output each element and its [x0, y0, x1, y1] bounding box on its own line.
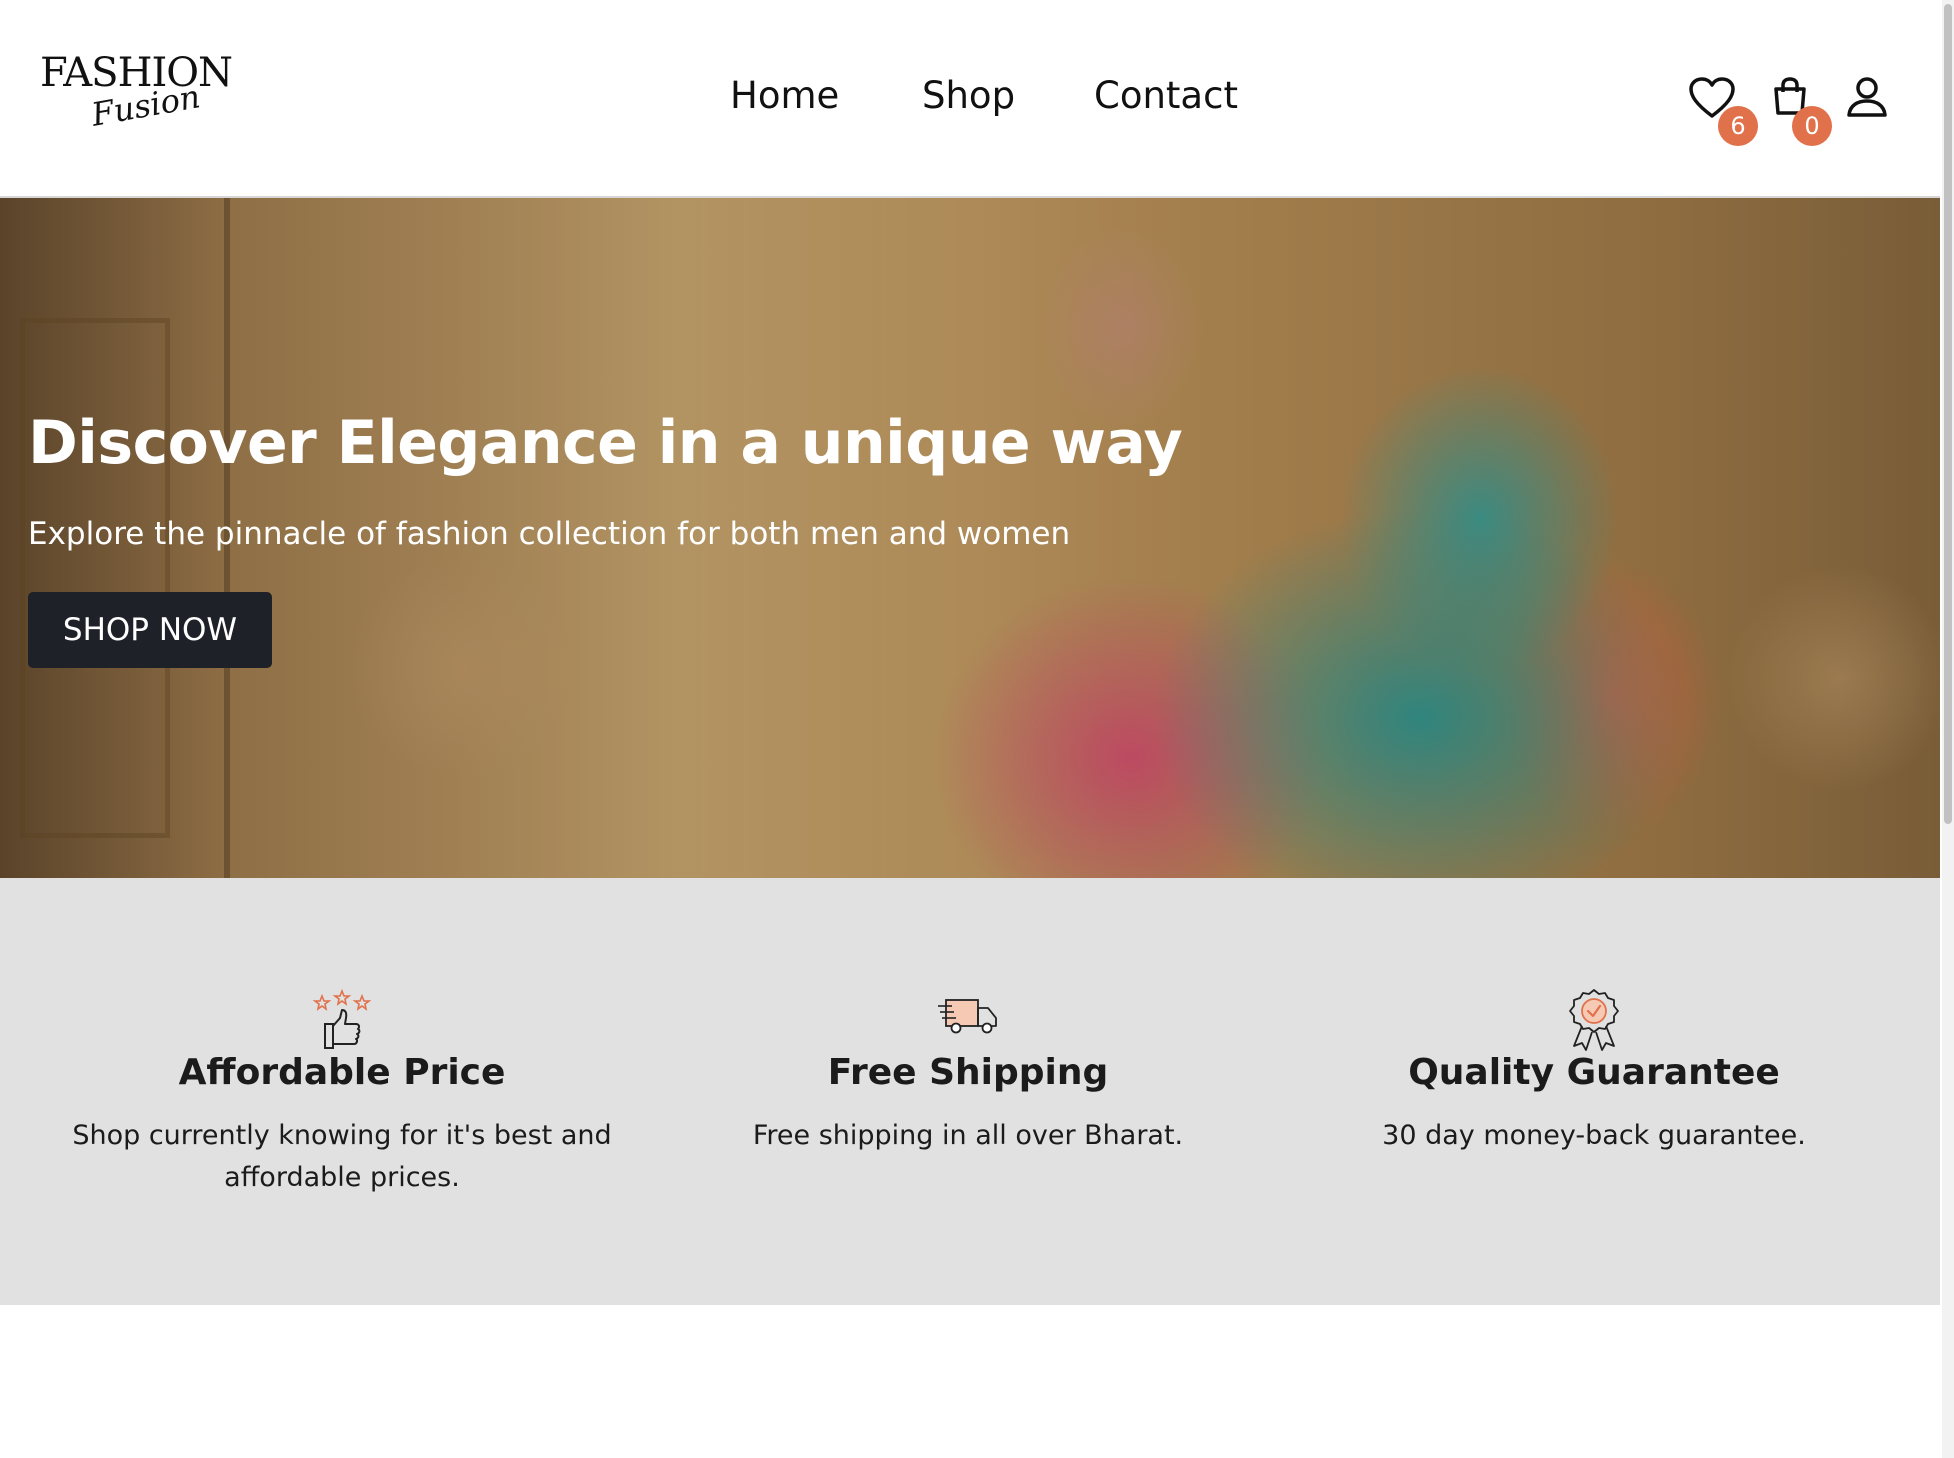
feature-free-shipping: Free Shipping Free shipping in all over … [658, 988, 1278, 1157]
nav-contact-link[interactable]: Contact [1094, 74, 1238, 117]
nav-home-link[interactable]: Home [730, 74, 839, 117]
hero-banner: Discover Elegance in a unique way Explor… [0, 198, 1940, 878]
wishlist-count-badge: 6 [1718, 106, 1758, 146]
hero-title: Discover Elegance in a unique way [28, 408, 1183, 478]
feature-text: 30 day money-back guarantee. [1382, 1120, 1806, 1151]
feature-affordable-price: Affordable Price Shop currently knowing … [32, 988, 652, 1199]
quality-badge-icon [1569, 989, 1619, 1051]
brand-logo[interactable]: FASHION Fusion [40, 50, 233, 146]
thumbs-up-stars-icon [312, 988, 372, 1049]
cart-button[interactable]: 0 [1772, 76, 1832, 146]
feature-title: Affordable Price [178, 1052, 506, 1093]
header-actions: 6 0 [1686, 76, 1896, 146]
scrollbar-thumb[interactable] [1944, 4, 1952, 824]
wishlist-button[interactable]: 6 [1688, 76, 1758, 146]
feature-quality-guarantee: Quality Guarantee 30 day money-back guar… [1284, 988, 1904, 1157]
nav-shop-link[interactable]: Shop [922, 74, 1015, 117]
page-scrollbar[interactable] [1942, 0, 1954, 1458]
feature-title: Free Shipping [827, 1052, 1109, 1093]
feature-text: Shop currently knowing for it's best and… [72, 1120, 612, 1193]
user-icon [1847, 77, 1887, 117]
account-button[interactable] [1846, 76, 1888, 118]
cart-count-badge: 0 [1792, 106, 1832, 146]
feature-title: Quality Guarantee [1408, 1052, 1780, 1093]
features-section: Affordable Price Shop currently knowing … [0, 878, 1940, 1305]
delivery-truck-icon [938, 999, 997, 1034]
site-header: FASHION Fusion Home Shop Contact 6 0 [0, 0, 1940, 198]
hero-subtitle: Explore the pinnacle of fashion collecti… [28, 516, 1071, 552]
shop-now-button[interactable]: SHOP NOW [28, 592, 272, 668]
feature-text: Free shipping in all over Bharat. [752, 1120, 1184, 1151]
